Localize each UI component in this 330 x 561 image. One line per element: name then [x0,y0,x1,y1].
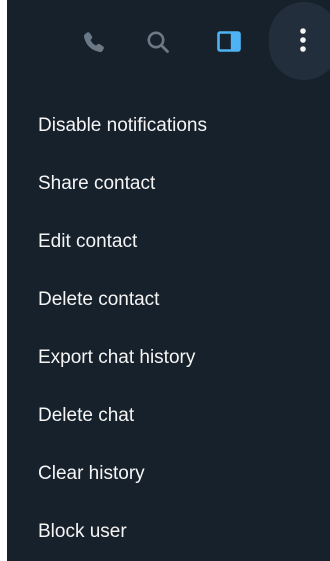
menu-item-export-chat-history[interactable]: Export chat history [7,329,330,387]
phone-icon [83,32,104,53]
menu-item-clear-history[interactable]: Clear history [7,445,330,503]
menu-item-label: Delete chat [38,405,135,426]
more-options-button[interactable] [269,2,330,80]
menu-item-block-user[interactable]: Block user [7,503,330,561]
menu-item-label: Delete contact [38,289,160,310]
phone-call-button[interactable] [79,27,109,57]
toggle-sidebar-button[interactable] [214,27,244,57]
search-button[interactable] [143,27,173,57]
menu-item-delete-chat[interactable]: Delete chat [7,387,330,445]
chat-header-toolbar [7,0,330,90]
menu-item-label: Edit contact [38,231,138,252]
menu-item-label: Disable notifications [38,115,207,136]
menu-item-delete-contact[interactable]: Delete contact [7,271,330,329]
menu-item-label: Block user [38,521,127,542]
menu-item-label: Export chat history [38,347,196,368]
chat-actions-panel: Disable notifications Share contact Edit… [7,0,330,561]
three-dot-menu-icon [299,27,306,52]
menu-item-share-contact[interactable]: Share contact [7,155,330,213]
menu-item-label: Share contact [38,173,156,194]
menu-item-label: Clear history [38,463,145,484]
menu-item-disable-notifications[interactable]: Disable notifications [7,97,330,155]
sidebar-panel-icon [217,31,241,52]
more-options-button-wrapper [265,0,330,82]
chat-options-menu: Disable notifications Share contact Edit… [7,97,330,561]
chat-header-window: Disable notifications Share contact Edit… [0,0,330,561]
search-icon [147,31,169,53]
menu-item-edit-contact[interactable]: Edit contact [7,213,330,271]
